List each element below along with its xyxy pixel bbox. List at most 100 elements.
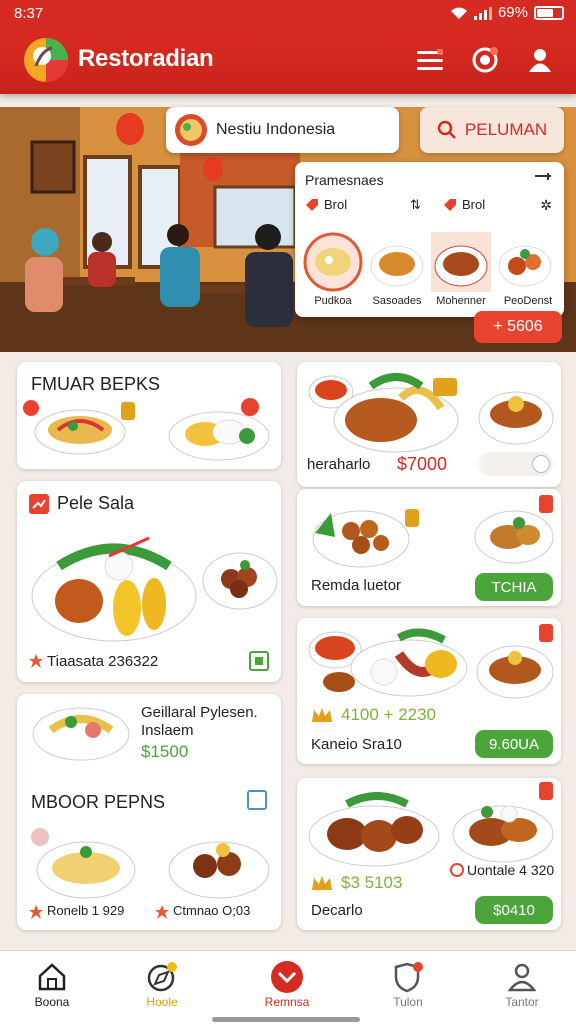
dish-image	[474, 510, 554, 564]
location-field[interactable]: Nestiu Indonesia	[166, 107, 399, 153]
nav-menu[interactable]: Remnsa	[237, 959, 337, 1009]
user-icon	[529, 49, 551, 72]
nav-profile[interactable]: Tantor	[472, 959, 572, 1009]
popup-item-name: Pudkoa	[314, 295, 352, 307]
red-badge-icon	[539, 782, 553, 800]
search-label: PELUMAN	[464, 120, 548, 139]
dish-name: Geillaral Pylesen. Inslaem	[141, 704, 258, 739]
toggle-switch[interactable]	[479, 452, 553, 476]
app-title: Restoradian	[78, 45, 214, 72]
nav-home[interactable]: Boona	[2, 959, 102, 1009]
dish-card[interactable]: Remda luetor TCHIA	[297, 489, 561, 606]
grid-icon[interactable]	[247, 790, 267, 810]
popup-right-filter[interactable]: Brol	[443, 197, 485, 212]
compass-icon	[147, 962, 177, 992]
nav-label: Tulon	[393, 995, 423, 1009]
wifi-icon	[450, 7, 467, 19]
popup-right-label: Brol	[462, 197, 486, 212]
nav-orders[interactable]: Tulon	[358, 959, 458, 1009]
section-title: MBOOR PEPNS	[31, 792, 166, 812]
status-time: 8:37	[14, 5, 44, 22]
chevron-circle-icon	[271, 961, 303, 993]
dish-image	[34, 409, 126, 455]
signal-icon	[473, 6, 492, 20]
toggle-knob	[532, 455, 550, 473]
search-button[interactable]: PELUMAN	[420, 107, 564, 153]
dish-thumbnail[interactable]	[431, 232, 491, 292]
card-rating: Tiaasata 236322	[47, 653, 159, 670]
tag-icon	[306, 198, 318, 211]
system-icons: 69%	[450, 4, 564, 21]
dish-side-label: Uontale 4 320	[467, 862, 555, 878]
popup-left-filter[interactable]: Brol	[305, 197, 347, 212]
shield-icon	[394, 962, 423, 993]
dish-card[interactable]: heraharlo $7000	[297, 362, 561, 487]
star-icon	[29, 654, 43, 668]
menu-card[interactable]: Geillaral Pylesen. Inslaem $1500 MBOOR P…	[17, 694, 281, 930]
dish-price: $3 5103	[341, 873, 403, 892]
dish-image	[32, 707, 130, 761]
tag-icon	[121, 402, 135, 420]
menu-icon	[417, 49, 443, 70]
expand-icon[interactable]	[534, 172, 552, 186]
order-button[interactable]: $0410	[475, 896, 553, 924]
bottom-navigation: Boona Hoole Remnsa Tulon Tantor	[0, 950, 576, 1024]
trend-icon	[29, 494, 49, 514]
dish-image	[202, 552, 278, 610]
dish-card[interactable]: Uontale 4 320 $3 5103 Decarlo $0410	[297, 778, 561, 930]
sort-icon[interactable]: ⇅	[410, 197, 421, 213]
order-button[interactable]: 9.60UA	[475, 730, 553, 758]
location-text: Nestiu Indonesia	[216, 121, 336, 138]
notifications-button[interactable]	[465, 40, 505, 80]
menu-button[interactable]	[410, 40, 450, 80]
popup-title: Pramesnaes	[305, 172, 384, 188]
popular-dishes-popup: Pramesnaes Brol ⇅ Brol ✲ Pudkoa Sasoades…	[295, 162, 564, 317]
profile-button[interactable]	[520, 40, 560, 80]
category-card[interactable]: FMUAR BEPKS	[17, 362, 281, 469]
dish-image	[31, 536, 197, 642]
target-icon	[472, 47, 498, 73]
grid-icon[interactable]	[249, 651, 269, 671]
dish-label: Kaneio Sra10	[311, 736, 402, 753]
app-bar: Restoradian	[0, 28, 576, 94]
dish-label: Remda luetor	[311, 577, 402, 594]
price-tag-button[interactable]: + 5606	[474, 311, 562, 343]
status-bar: 8:37 69%	[0, 0, 576, 28]
nav-explore[interactable]: Hoole	[112, 959, 212, 1009]
battery-icon	[534, 5, 564, 20]
red-badge-icon	[241, 398, 259, 416]
dish-image	[168, 841, 270, 899]
dish-price: $7000	[397, 454, 448, 474]
featured-card[interactable]: Pele Sala Tiaasata 236322	[17, 481, 281, 682]
dish-label: heraharlo	[307, 456, 371, 473]
popup-left-label: Brol	[324, 197, 348, 212]
battery-percent: 69%	[497, 4, 528, 21]
dish-price: $1500	[141, 742, 189, 761]
tag-icon	[405, 509, 419, 527]
nav-label: Hoole	[146, 995, 178, 1009]
food-bowl-icon	[175, 114, 207, 146]
dish-thumbnail[interactable]	[367, 232, 427, 292]
crown-icon	[312, 876, 332, 890]
dish-label: Decarlo	[311, 902, 363, 919]
tag-icon	[433, 378, 457, 396]
search-icon	[437, 120, 456, 139]
tag-icon	[444, 198, 456, 211]
popup-item-name: Sasoades	[372, 295, 422, 307]
star-icon	[29, 905, 43, 919]
home-indicator	[212, 1017, 360, 1022]
dish-image	[478, 391, 554, 445]
order-button[interactable]: TCHIA	[475, 573, 553, 601]
dish-thumbnail[interactable]	[495, 232, 555, 292]
item-label: Ronelb 1 929	[47, 903, 125, 918]
dish-card[interactable]: 4100 + 2230 Kaneio Sra10 9.60UA	[297, 618, 561, 764]
dish-image	[476, 645, 554, 699]
app-logo-icon	[24, 38, 68, 82]
dish-image	[323, 672, 355, 692]
dish-image	[350, 628, 468, 697]
crown-icon	[312, 708, 332, 722]
home-icon	[38, 963, 66, 991]
red-badge-icon	[539, 624, 553, 642]
star-icon[interactable]: ✲	[540, 197, 552, 214]
dish-thumbnail[interactable]	[303, 232, 363, 292]
